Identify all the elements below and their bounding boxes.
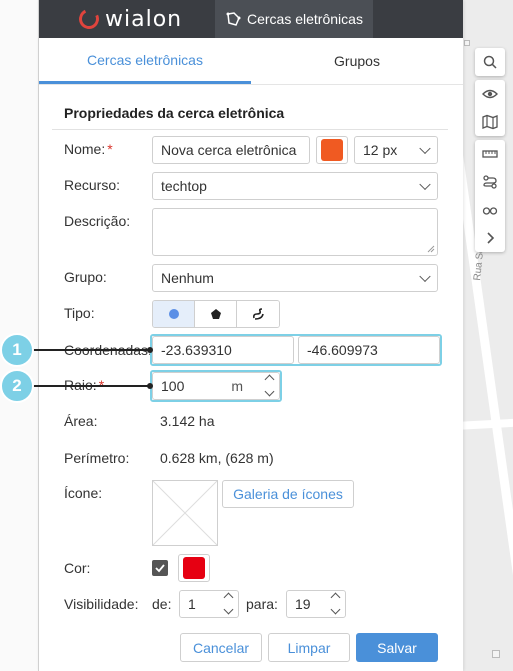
circle-icon [168, 309, 179, 319]
polygon-icon [210, 309, 221, 319]
visibility-to-input[interactable]: 19 [286, 590, 346, 618]
group-label: Grupo: [64, 269, 107, 285]
icon-preview[interactable] [152, 480, 218, 546]
top-bar: wialon Cercas eletrônicas [39, 0, 463, 38]
callout-dot-1 [147, 347, 153, 353]
icon-gallery-button[interactable]: Galeria de ícones [222, 480, 354, 508]
type-polygon[interactable] [195, 301, 237, 327]
map-tool-group-view [475, 80, 505, 136]
map-marker [464, 40, 470, 46]
resource-label: Recurso: [64, 177, 121, 193]
callout-badge-1: 1 [0, 333, 34, 367]
visibility-from-input[interactable]: 1 [179, 590, 239, 618]
map-toolbar [475, 48, 505, 252]
perimeter-label: Perímetro: [64, 450, 130, 466]
callout-dot-2 [147, 383, 153, 389]
clear-button[interactable]: Limpar [268, 633, 350, 662]
ruler-icon[interactable] [475, 140, 505, 168]
visibility-from-stepper[interactable] [223, 592, 234, 615]
name-label: Nome: * [64, 141, 113, 157]
chevron-right-icon[interactable] [475, 224, 505, 252]
callout-badge-2: 2 [0, 369, 34, 403]
map-icon[interactable] [475, 108, 505, 136]
tab-groups[interactable]: Grupos [251, 38, 463, 84]
route-icon[interactable] [475, 168, 505, 196]
save-button[interactable]: Salvar [356, 633, 438, 662]
app-tab-geofences[interactable]: Cercas eletrônicas [215, 0, 373, 38]
geofence-icon [226, 12, 241, 26]
visibility-from-label: de: [152, 596, 172, 612]
area-value: 3.142 ha [160, 413, 215, 429]
chevron-up-icon[interactable] [264, 374, 275, 385]
fill-color-button[interactable] [178, 554, 210, 582]
type-circle[interactable] [153, 301, 195, 327]
line-icon [253, 308, 264, 320]
area-label: Área: [64, 413, 98, 429]
type-selector [152, 300, 280, 328]
line-color-button[interactable] [316, 136, 348, 164]
chevron-down-icon[interactable] [264, 386, 275, 397]
logo-text: wialon [105, 6, 183, 32]
callout-line-2 [30, 385, 152, 387]
map-tool-group-measure [475, 140, 505, 252]
panel-tabs: Cercas eletrônicas Grupos [39, 38, 463, 85]
glasses-icon[interactable] [475, 196, 505, 224]
chevron-down-icon [419, 178, 431, 191]
line-color-swatch [321, 139, 343, 161]
visibility-label: Visibilidade: [64, 596, 139, 612]
section-title: Propriedades da cerca eletrônica [64, 105, 285, 121]
map-road [462, 417, 513, 431]
color-label: Cor: [64, 560, 91, 576]
group-select[interactable]: Nenhum [152, 264, 438, 292]
chevron-down-icon [419, 270, 431, 283]
color-checkbox[interactable] [152, 560, 168, 576]
type-line[interactable] [237, 301, 279, 327]
description-label: Descrição: [64, 213, 131, 229]
fill-color-swatch [183, 557, 205, 579]
name-input[interactable]: Nova cerca eletrônica [152, 136, 310, 164]
description-textarea[interactable] [152, 208, 438, 256]
radius-stepper[interactable] [264, 374, 275, 397]
visibility-to-label: para: [246, 596, 278, 612]
latitude-input[interactable]: -23.639310 [152, 336, 294, 364]
visibility-to-stepper[interactable] [330, 592, 341, 615]
chevron-down-icon[interactable] [223, 604, 234, 615]
radius-unit: m [231, 378, 243, 394]
type-label: Tipo: [64, 305, 95, 321]
line-width-select[interactable]: 12 px [354, 136, 438, 164]
check-icon [155, 564, 165, 573]
app-logo[interactable]: wialon [39, 0, 215, 38]
callout-line-1 [30, 349, 152, 351]
resize-handle-icon[interactable] [427, 245, 435, 253]
empty-image-icon [152, 480, 218, 546]
chevron-down-icon[interactable] [330, 604, 341, 615]
map-marker [492, 650, 500, 658]
longitude-input[interactable]: -46.609973 [298, 336, 440, 364]
map-tool-group-search [475, 48, 505, 76]
perimeter-value: 0.628 km, (628 m) [160, 450, 274, 466]
section-divider [52, 129, 448, 130]
search-icon[interactable] [475, 48, 505, 76]
resource-select[interactable]: techtop [152, 172, 438, 200]
app-tab-label: Cercas eletrônicas [247, 11, 363, 27]
cancel-button[interactable]: Cancelar [180, 633, 262, 662]
chevron-up-icon[interactable] [330, 592, 341, 603]
icon-label: Ícone: [64, 485, 103, 501]
eye-icon[interactable] [475, 80, 505, 108]
chevron-up-icon[interactable] [223, 592, 234, 603]
radius-input[interactable]: 100 m [152, 372, 280, 400]
wialon-logo-icon [76, 6, 102, 32]
chevron-down-icon [419, 142, 431, 155]
tab-geofences[interactable]: Cercas eletrônicas [39, 38, 251, 84]
